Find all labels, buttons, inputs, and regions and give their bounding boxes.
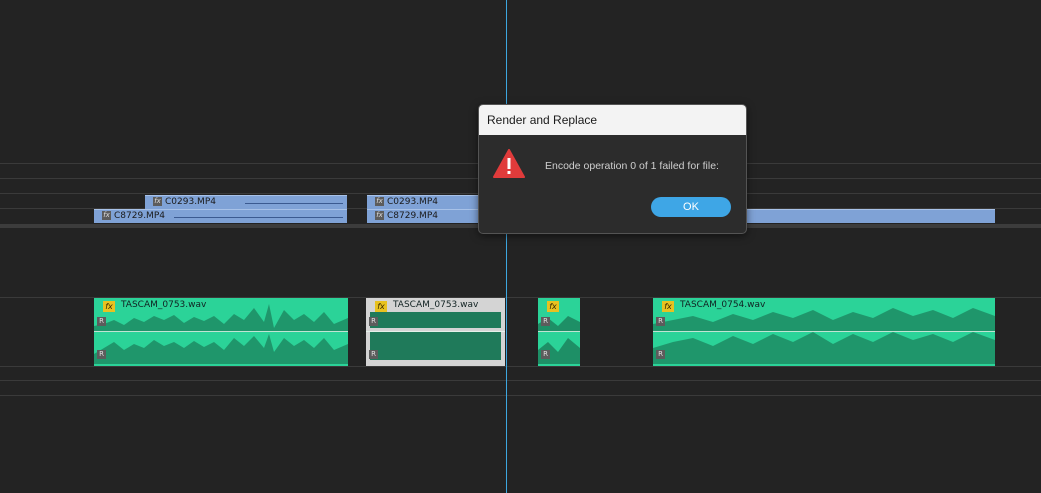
clip-name: C0293.MP4 <box>165 197 216 207</box>
fx-badge: fx <box>153 197 162 206</box>
channel-tag: R <box>97 350 106 359</box>
track-divider <box>0 366 1041 367</box>
video-clip[interactable]: fx C0293.MP4 <box>145 195 347 209</box>
channel-tag: R <box>369 317 378 326</box>
render-replace-dialog: Render and Replace Encode operation 0 of… <box>478 104 747 234</box>
warning-icon <box>493 149 525 178</box>
playhead[interactable] <box>506 0 507 493</box>
fx-badge: fx <box>375 197 384 206</box>
audio-clip[interactable]: fx TASCAM_0754.wav R R <box>653 298 995 366</box>
fx-badge: fx <box>662 301 674 312</box>
audio-clip[interactable]: fx TASCAM_0753.wav R R <box>94 298 348 366</box>
fx-badge: fx <box>375 211 384 220</box>
channel-tag: R <box>541 317 550 326</box>
audio-clip-selected[interactable]: fx TASCAM_0753.wav R R <box>366 298 505 366</box>
channel-divider <box>366 331 505 332</box>
channel-tag: R <box>369 350 378 359</box>
clip-name: C0293.MP4 <box>387 197 438 207</box>
channel-divider <box>94 331 348 332</box>
channel-tag: R <box>656 317 665 326</box>
fx-badge: fx <box>375 301 387 312</box>
video-clip[interactable]: fx C0293.MP4 <box>367 195 478 209</box>
ok-button[interactable]: OK <box>651 197 731 217</box>
fx-badge: fx <box>102 211 111 220</box>
video-clip[interactable]: fx C8729.MP4 <box>94 209 347 223</box>
channel-divider <box>653 331 995 332</box>
channel-tag: R <box>97 317 106 326</box>
track-divider <box>0 395 1041 396</box>
clip-name: C8729.MP4 <box>114 211 165 221</box>
clip-name: TASCAM_0753.wav <box>121 300 207 310</box>
channel-tag: R <box>541 350 550 359</box>
fx-badge: fx <box>103 301 115 312</box>
clip-name: TASCAM_0754.wav <box>680 300 766 310</box>
dialog-title: Render and Replace <box>479 105 746 135</box>
clip-name: TASCAM_0753.wav <box>393 300 479 310</box>
fx-badge: fx <box>547 301 559 312</box>
audio-clip[interactable]: fx R R <box>538 298 580 366</box>
dialog-message: Encode operation 0 of 1 failed for file: <box>545 160 719 172</box>
video-clip[interactable] <box>745 209 995 223</box>
track-divider <box>0 380 1041 381</box>
channel-tag: R <box>656 350 665 359</box>
video-clip[interactable]: fx C8729.MP4 <box>367 209 478 223</box>
clip-name: C8729.MP4 <box>387 211 438 221</box>
channel-divider <box>538 331 580 332</box>
